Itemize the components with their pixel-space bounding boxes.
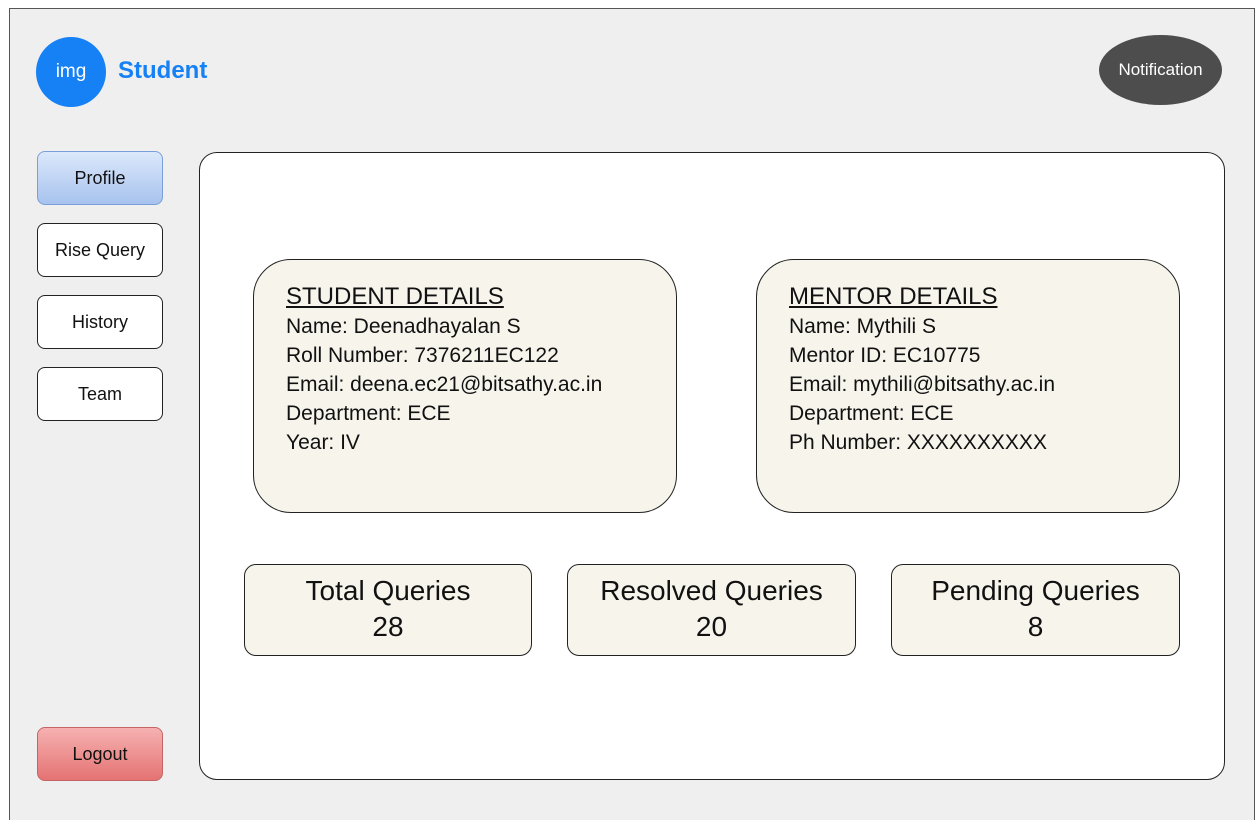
- sidebar-item-profile[interactable]: Profile: [37, 151, 163, 205]
- sidebar-item-history[interactable]: History: [37, 295, 163, 349]
- logout-label: Logout: [72, 743, 128, 764]
- mentor-phone: Ph Number: XXXXXXXXXX: [789, 431, 1047, 454]
- avatar-label: img: [55, 61, 87, 82]
- stat-label: Total Queries: [305, 575, 471, 606]
- mentor-id: Mentor ID: EC10775: [789, 344, 981, 367]
- sidebar-item-label: History: [71, 311, 128, 332]
- stat-value: 28: [372, 611, 404, 642]
- sidebar-item-label: Profile: [74, 167, 126, 188]
- logout-button[interactable]: Logout: [37, 727, 163, 781]
- student-details-card: STUDENT DETAILS Name: Deenadhayalan S Ro…: [253, 259, 677, 513]
- stat-label: Resolved Queries: [600, 575, 823, 606]
- sidebar-item-rise-query[interactable]: Rise Query: [37, 223, 163, 277]
- avatar[interactable]: img: [36, 37, 106, 107]
- student-roll-number: Roll Number: 7376211EC122: [286, 344, 559, 367]
- stat-value: 20: [695, 611, 728, 642]
- mentor-details-card: MENTOR DETAILS Name: Mythili S Mentor ID…: [756, 259, 1180, 513]
- mentor-department: Department: ECE: [789, 402, 954, 425]
- resolved-queries-card: Resolved Queries 20: [567, 564, 856, 656]
- student-name: Name: Deenadhayalan S: [286, 315, 521, 338]
- notification-button[interactable]: Notification: [1099, 35, 1222, 105]
- pending-queries-card: Pending Queries 8: [891, 564, 1180, 656]
- stat-label: Pending Queries: [931, 575, 1140, 606]
- student-details-heading: STUDENT DETAILS: [286, 283, 504, 310]
- notification-label: Notification: [1118, 60, 1203, 79]
- sidebar-item-team[interactable]: Team: [37, 367, 163, 421]
- total-queries-card: Total Queries 28: [244, 564, 532, 656]
- sidebar-item-label: Rise Query: [54, 239, 146, 260]
- student-year: Year: IV: [286, 431, 360, 454]
- student-department: Department: ECE: [286, 402, 451, 425]
- mentor-name: Name: Mythili S: [789, 315, 937, 338]
- app-title: Student: [118, 57, 208, 84]
- student-email: Email: deena.ec21@bitsathy.ac.in: [286, 373, 603, 396]
- stat-value: 8: [1027, 611, 1044, 642]
- mentor-email: Email: mythili@bitsathy.ac.in: [789, 373, 1056, 396]
- mentor-details-heading: MENTOR DETAILS: [789, 283, 998, 310]
- sidebar-item-label: Team: [77, 383, 122, 404]
